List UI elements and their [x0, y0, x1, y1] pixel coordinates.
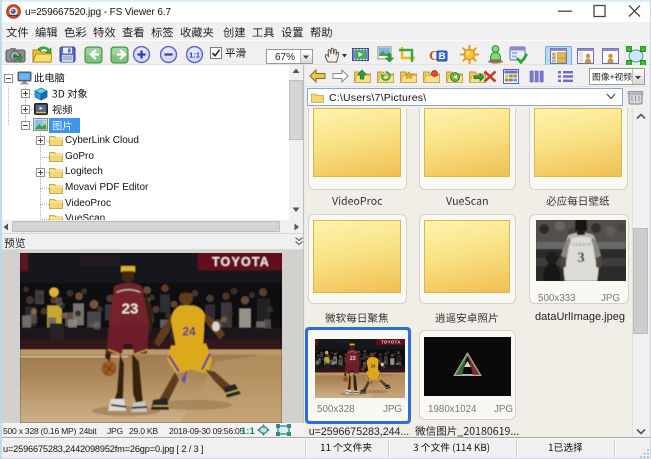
- svg-text:1:1: 1:1: [189, 51, 200, 60]
- svg-text:IVERSON: IVERSON: [570, 242, 592, 247]
- svg-text:3: 3: [577, 250, 585, 266]
- svg-text:B: B: [439, 51, 446, 62]
